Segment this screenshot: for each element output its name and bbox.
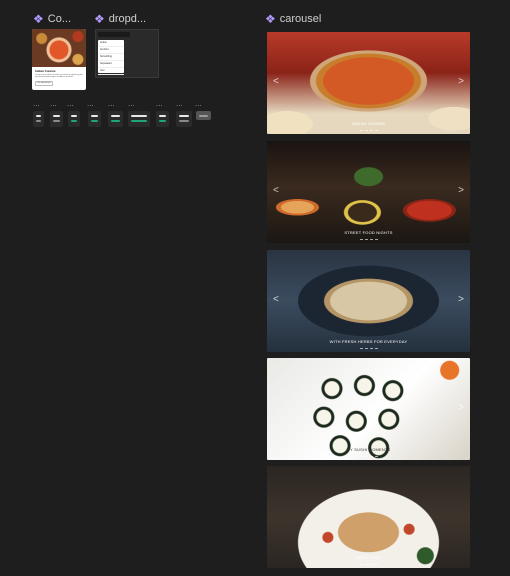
carousel-caption: INDIAN CUISINE	[351, 121, 386, 126]
carousel-next-icon[interactable]: >	[458, 185, 464, 196]
button-variant-success-wide[interactable]	[128, 111, 150, 127]
component-icon: ❖	[265, 12, 276, 26]
card-component[interactable]: Indian Cuisine Lorem ipsum dolor sit ame…	[32, 29, 86, 90]
carousel-next-icon[interactable]: >	[458, 76, 464, 87]
carousel-slide[interactable]: < > STREET FOOD NIGHTS	[267, 141, 470, 243]
card-title: Indian Cuisine	[35, 69, 56, 73]
button-variant-label[interactable]: ...	[128, 99, 135, 108]
button-variant-success[interactable]	[156, 111, 169, 127]
button-variant-success[interactable]	[68, 111, 80, 127]
frame-label-text: Co...	[47, 13, 71, 25]
frame-label-text: dropd...	[108, 13, 147, 25]
card-text: Lorem ipsum dolor sit amet consectetur a…	[35, 74, 83, 79]
button-variant-label[interactable]: ...	[87, 99, 94, 108]
component-icon: ❖	[94, 12, 105, 26]
frame-label-card[interactable]: ❖ Co...	[33, 13, 71, 25]
dropdown-item[interactable]: Item	[98, 68, 124, 75]
frame-label-dropdown[interactable]: ❖ dropd...	[94, 13, 146, 25]
dropdown-item[interactable]: Another	[98, 47, 124, 54]
button-variant-secondary[interactable]	[50, 111, 63, 127]
button-variant-success[interactable]	[88, 111, 101, 127]
button-variant-label[interactable]: ...	[50, 99, 57, 108]
dropdown-item[interactable]: Something	[98, 54, 124, 61]
button-variant-label[interactable]: ...	[33, 99, 40, 108]
card-image	[32, 29, 86, 67]
carousel-next-icon[interactable]: >	[458, 402, 464, 413]
carousel-caption: MY SUSHI MOMENTS	[346, 447, 391, 452]
carousel-slide[interactable]: < > WITH FRESH HERBS FOR EVERYDAY	[267, 250, 470, 352]
carousel-slide[interactable]: > MY SUSHI MOMENTS	[267, 358, 470, 460]
component-icon: ❖	[33, 12, 44, 26]
carousel-caption: STREET FOOD NIGHTS	[344, 230, 393, 235]
button-variant-label[interactable]: ...	[67, 99, 74, 108]
carousel-indicators[interactable]	[359, 564, 378, 565]
button-variant-primary[interactable]	[33, 111, 44, 127]
dropdown-component[interactable]: Action Another Something Separated Item	[95, 29, 159, 78]
button-variant-disabled[interactable]	[196, 111, 211, 120]
button-variant-success[interactable]	[108, 111, 123, 127]
card-button[interactable]: Go somewhere	[35, 80, 53, 86]
carousel-next-icon[interactable]: >	[458, 294, 464, 305]
dropdown-item[interactable]: Separated	[98, 61, 124, 68]
carousel-slide[interactable]: PASTA TIME	[267, 466, 470, 568]
dropdown-item[interactable]: Action	[98, 40, 124, 47]
button-variant-label[interactable]: ...	[108, 99, 115, 108]
button-variant-label[interactable]: ...	[156, 99, 163, 108]
carousel-indicators[interactable]	[359, 239, 378, 240]
carousel-prev-icon[interactable]: <	[273, 76, 279, 87]
carousel-indicators[interactable]	[359, 130, 378, 131]
frame-label-carousel[interactable]: ❖ carousel	[265, 13, 321, 25]
dropdown-menu: Action Another Something Separated Item	[98, 40, 124, 75]
carousel-caption: PASTA TIME	[356, 555, 381, 560]
carousel-prev-icon[interactable]: <	[273, 185, 279, 196]
carousel-prev-icon[interactable]: <	[273, 294, 279, 305]
dropdown-trigger[interactable]	[98, 32, 130, 37]
carousel-indicators[interactable]	[359, 348, 378, 349]
carousel-caption: WITH FRESH HERBS FOR EVERYDAY	[329, 339, 408, 344]
button-variant-label[interactable]: ...	[176, 99, 183, 108]
button-variant-label[interactable]: ...	[195, 99, 202, 108]
carousel-slide[interactable]: < > INDIAN CUISINE	[267, 32, 470, 134]
frame-label-text: carousel	[279, 13, 322, 25]
carousel-indicators[interactable]	[359, 456, 378, 457]
button-variant-dark[interactable]	[176, 111, 192, 127]
